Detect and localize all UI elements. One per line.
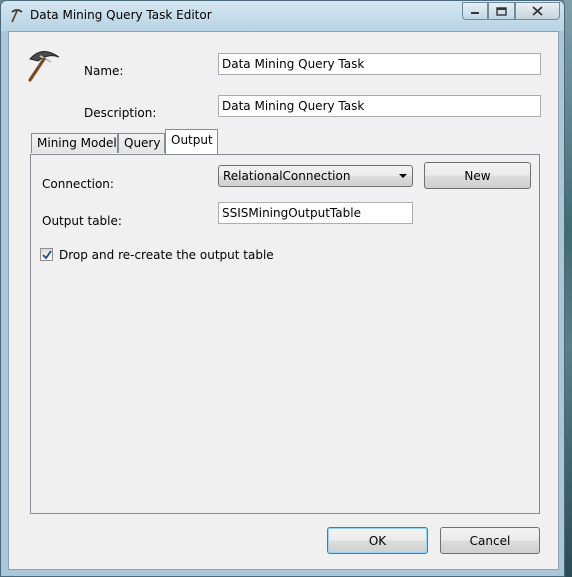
new-connection-button[interactable]: New	[424, 162, 531, 189]
drop-recreate-checkbox[interactable]	[40, 248, 53, 261]
dialog-client-area: Name: Data Mining Query Task Description…	[8, 31, 559, 570]
close-icon	[532, 6, 543, 16]
minimize-icon	[471, 12, 479, 14]
name-field[interactable]: Data Mining Query Task	[218, 53, 541, 75]
ok-button[interactable]: OK	[327, 527, 428, 554]
drop-recreate-label[interactable]: Drop and re-create the output table	[59, 248, 274, 262]
maximize-button[interactable]	[488, 2, 515, 20]
connection-value: RelationalConnection	[223, 169, 351, 183]
cancel-button[interactable]: Cancel	[440, 527, 540, 554]
desktop-background	[564, 0, 572, 577]
output-table-label: Output table:	[42, 214, 122, 228]
output-tab-panel: Connection: RelationalConnection New Out…	[30, 154, 540, 514]
connection-dropdown[interactable]: RelationalConnection	[218, 165, 413, 187]
pickaxe-icon	[28, 51, 60, 82]
checkmark-icon	[42, 250, 52, 260]
description-label: Description:	[84, 106, 157, 120]
window-title: Data Mining Query Task Editor	[30, 8, 212, 22]
tab-query[interactable]: Query	[118, 133, 165, 153]
title-bar[interactable]: Data Mining Query Task Editor	[1, 1, 564, 31]
output-table-field[interactable]: SSISMiningOutputTable	[218, 202, 413, 224]
tab-output[interactable]: Output	[165, 129, 218, 154]
tab-mining-model[interactable]: Mining Model	[31, 133, 118, 153]
maximize-icon	[496, 6, 507, 16]
name-label: Name:	[84, 64, 124, 78]
close-button[interactable]	[515, 2, 560, 20]
description-field[interactable]: Data Mining Query Task	[218, 95, 541, 117]
minimize-button[interactable]	[462, 2, 488, 20]
chevron-down-icon	[399, 174, 407, 178]
pickaxe-icon	[11, 9, 23, 23]
dialog-window: Data Mining Query Task Editor Name: Data…	[0, 0, 565, 577]
connection-label: Connection:	[42, 177, 114, 191]
